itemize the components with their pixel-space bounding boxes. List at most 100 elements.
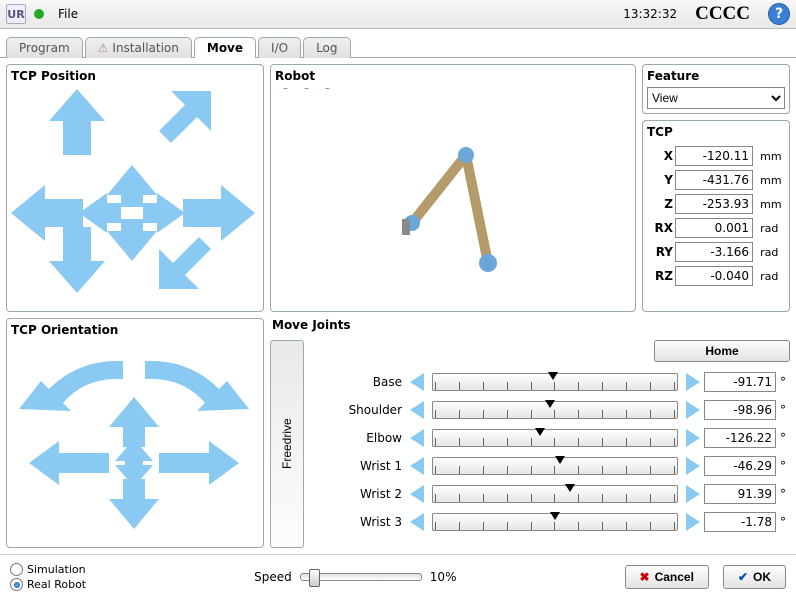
tcp-values-table: X-120.11mm Y-431.76mm Z-253.93mm RX0.001… [647,143,785,289]
tcp-ry-value[interactable]: -3.166 [675,242,753,262]
joint-label: Wrist 3 [312,515,406,529]
joint-value[interactable]: -98.96 [704,400,776,420]
check-icon: ✔ [738,570,748,584]
joint-slider[interactable] [432,485,678,503]
joint-value[interactable]: -1.78 [704,512,776,532]
joint-plus-arrow[interactable] [682,511,700,533]
tab-program[interactable]: Program [6,37,83,58]
feature-title: Feature [647,69,785,83]
joint-slider[interactable] [432,373,678,391]
orient-center-down[interactable] [115,461,153,487]
tcp-position-panel: TCP Position [6,64,264,312]
tab-log[interactable]: Log [303,37,350,58]
top-bar: UR File 13:32:32 CCCC ? [0,0,796,29]
tcp-z-value[interactable]: -253.93 [675,194,753,214]
joint-row-wrist1: Wrist 1-46.29° [312,452,790,480]
joint-plus-arrow[interactable] [682,399,700,421]
joint-value[interactable]: -91.71 [704,372,776,392]
right-column: Feature View TCP X-120.11mm Y-431.76mm Z… [642,64,790,312]
tcp-orientation-title: TCP Orientation [11,323,259,337]
tcp-title: TCP [647,125,785,139]
joint-plus-arrow[interactable] [682,427,700,449]
feature-panel: Feature View [642,64,790,114]
joint-row-shoulder: Shoulder -98.96 ° [312,396,790,424]
tab-io[interactable]: I/O [258,37,301,58]
tcp-rz-label: RZ [649,265,673,287]
speed-value: 10% [430,570,457,584]
radio-icon [10,578,23,591]
joint-value[interactable]: -46.29 [704,456,776,476]
joint-row-wrist2: Wrist 2 91.39 ° [312,480,790,508]
joint-row-base: Base-91.71° [312,368,790,396]
freedrive-button[interactable]: Freedrive [270,340,304,548]
orient-left-arrow[interactable] [29,441,109,485]
degree-unit: ° [780,459,790,473]
tcp-x-label: X [649,145,673,167]
warning-icon: ⚠ [98,41,109,55]
home-button[interactable]: Home [654,340,790,362]
tcp-orientation-panel: TCP Orientation [6,318,264,548]
joint-minus-arrow[interactable] [410,483,428,505]
ok-button[interactable]: ✔OK [723,565,786,589]
joint-label: Shoulder [312,403,406,417]
tcp-y-value[interactable]: -431.76 [675,170,753,190]
safety-indicator: CCCC [695,3,750,25]
tcp-center-right[interactable] [143,193,185,233]
degree-unit: ° [780,487,790,501]
joint-minus-arrow[interactable] [410,511,428,533]
joint-slider[interactable] [432,401,678,419]
joint-row-wrist3: Wrist 3 -1.78 ° [312,508,790,536]
radio-icon [10,563,23,576]
tcp-rx-value[interactable]: 0.001 [675,218,753,238]
joint-slider[interactable] [432,457,678,475]
tcp-rz-value[interactable]: -0.040 [675,266,753,286]
robot-3d-view[interactable] [275,89,631,307]
robot-view-title: Robot [275,69,631,83]
orient-right-arrow[interactable] [159,441,239,485]
joint-value[interactable]: -126.22 [704,428,776,448]
tcp-ry-label: RY [649,241,673,263]
tab-move[interactable]: Move [194,37,256,58]
x-icon: ✖ [640,570,650,584]
move-tab-content: TCP Position Robot [0,57,796,554]
joint-value[interactable]: 91.39 [704,484,776,504]
mode-simulation[interactable]: Simulation [10,563,86,576]
joint-minus-arrow[interactable] [410,455,428,477]
tcp-center-left[interactable] [79,193,121,233]
feature-select[interactable]: View [647,87,785,109]
joint-plus-arrow[interactable] [682,483,700,505]
robot-view-panel: Robot [270,64,636,312]
help-icon[interactable]: ? [768,3,790,25]
tcp-up-right-arrow[interactable] [151,91,211,151]
clock: 13:32:32 [623,7,677,21]
joint-label: Wrist 2 [312,487,406,501]
joint-minus-arrow[interactable] [410,427,428,449]
tab-installation[interactable]: ⚠ Installation [85,37,192,58]
degree-unit: ° [780,375,790,389]
robot-arm-icon [378,113,528,283]
tcp-x-value[interactable]: -120.11 [675,146,753,166]
joint-plus-arrow[interactable] [682,371,700,393]
joint-slider[interactable] [432,429,678,447]
tcp-down-left-arrow[interactable] [159,229,219,289]
robot-mode-group: Simulation Real Robot [10,563,86,591]
menu-file[interactable]: File [52,5,84,23]
cancel-button[interactable]: ✖Cancel [625,565,709,589]
tcp-position-title: TCP Position [11,69,259,83]
move-joints-title: Move Joints [272,318,790,332]
tcp-down-arrow[interactable] [49,227,105,293]
ur-logo: UR [6,4,26,24]
degree-unit: ° [780,403,790,417]
mode-real-robot[interactable]: Real Robot [10,578,86,591]
bottom-bar: Simulation Real Robot Speed 10% ✖Cancel … [0,554,796,599]
degree-unit: ° [780,515,790,529]
tcp-up-arrow[interactable] [49,89,105,155]
tcp-z-label: Z [649,193,673,215]
speed-slider[interactable] [300,573,422,581]
joint-plus-arrow[interactable] [682,455,700,477]
joint-row-elbow: Elbow-126.22° [312,424,790,452]
joint-slider[interactable] [432,513,678,531]
joint-minus-arrow[interactable] [410,371,428,393]
joint-minus-arrow[interactable] [410,399,428,421]
move-joints-panel: Move Joints Freedrive Home Base-91.71°Sh… [270,318,790,548]
